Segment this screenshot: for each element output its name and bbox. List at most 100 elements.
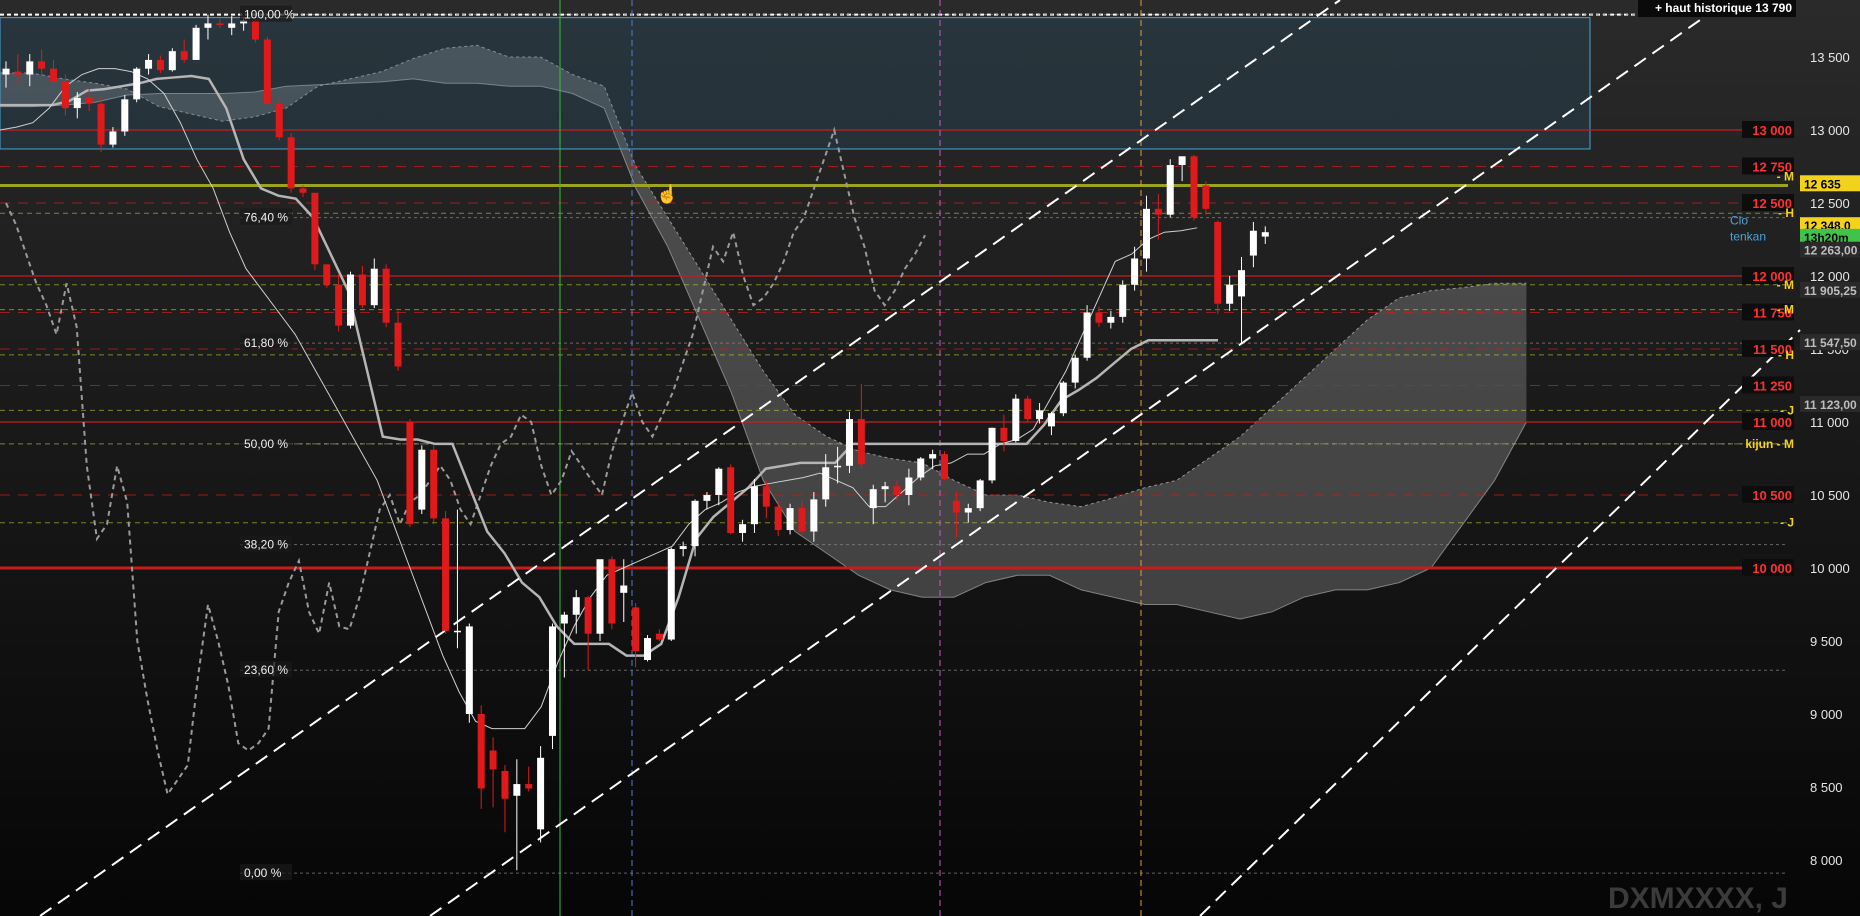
candle-body <box>168 51 176 71</box>
candle-body <box>465 626 473 714</box>
candle-body <box>180 51 188 60</box>
bull-candle <box>988 427 996 484</box>
candle-body <box>216 23 224 25</box>
candle-body <box>857 419 865 465</box>
candle-body <box>311 192 319 265</box>
bull-candle <box>121 94 129 136</box>
candle-body <box>1202 185 1210 209</box>
bull-candle <box>1083 305 1091 361</box>
candle-body <box>1024 398 1032 420</box>
bull-candle <box>667 547 675 641</box>
candle-body <box>964 508 972 513</box>
fib-level-label: 0,00 % <box>244 866 282 880</box>
fib-level-label: 100,00 % <box>244 8 295 22</box>
level-label: 13 000 <box>1752 123 1792 138</box>
ath-label-group: + haut historique 13 790 <box>1638 0 1796 17</box>
candle-body <box>263 39 271 104</box>
candle-body <box>109 131 117 145</box>
bear-candle <box>323 264 331 288</box>
candle-body <box>739 524 747 533</box>
price-tag-text: 11 905,25 <box>1804 284 1857 298</box>
candle-body <box>335 284 343 326</box>
bear-candle <box>275 97 283 141</box>
candle-body <box>572 597 580 615</box>
bull-candle <box>1012 394 1020 443</box>
level-label: 10 000 <box>1752 561 1792 576</box>
candle-body <box>2 68 10 75</box>
y-tick-label: 12 500 <box>1810 196 1850 211</box>
candle-body <box>85 97 93 104</box>
candle-body <box>14 71 22 75</box>
y-tick-label: 9 500 <box>1810 634 1843 649</box>
inline-label: tenkan <box>1730 230 1766 244</box>
bear-candle <box>382 264 390 328</box>
fib-level-label: 38,20 % <box>244 538 288 552</box>
price-tag: 12 635 <box>1800 175 1860 192</box>
bull-candle <box>917 457 925 481</box>
candle-body <box>97 103 105 145</box>
candle-body <box>204 23 212 28</box>
candle-body <box>917 458 925 478</box>
bull-candle <box>1166 159 1174 218</box>
candle-body <box>525 784 533 789</box>
bear-candle <box>287 132 295 193</box>
candle-body <box>453 630 461 633</box>
candle-body <box>26 61 34 75</box>
y-tick-label: 10 500 <box>1810 488 1850 503</box>
y-tick-label: 13 000 <box>1810 123 1850 138</box>
candle-body <box>1083 312 1091 358</box>
candle-body <box>192 27 200 60</box>
y-tick-label: 10 000 <box>1810 561 1850 576</box>
channel-box-layer <box>0 17 1591 150</box>
bear-candle <box>430 445 438 525</box>
y-tick-label: 13 500 <box>1810 50 1850 65</box>
price-tag: 11 123,00 <box>1800 396 1860 413</box>
level-marker: - J <box>1780 403 1794 417</box>
candle-body <box>1226 284 1234 304</box>
candle-body <box>287 137 295 189</box>
candle-body <box>1249 230 1257 256</box>
candle-body <box>952 500 960 513</box>
candle-body <box>976 480 984 509</box>
candle-body <box>430 449 438 519</box>
candle-body <box>1154 208 1162 215</box>
y-tick-label: 8 000 <box>1810 853 1843 868</box>
candle-body <box>1107 316 1115 323</box>
candle-body <box>679 546 687 550</box>
fib-level-label: 23,60 % <box>244 663 288 677</box>
level-marker: - J <box>1780 516 1794 530</box>
candle-body <box>1166 165 1174 215</box>
candle-body <box>798 508 806 532</box>
candle-body <box>822 467 830 500</box>
candle-body <box>299 188 307 193</box>
bear-candle <box>251 19 259 43</box>
candle-body <box>1047 413 1055 427</box>
candle-body <box>1012 398 1020 441</box>
candle-body <box>632 607 640 652</box>
candle-body <box>881 486 889 490</box>
candle-body <box>50 68 58 82</box>
candle-body <box>703 495 711 501</box>
candle-body <box>275 103 283 138</box>
candle-body <box>1261 232 1269 237</box>
bull-candle <box>537 746 545 843</box>
candle-body <box>548 626 556 736</box>
level-marker: - H <box>1778 348 1794 362</box>
candle-body <box>941 454 949 479</box>
ath-label: + haut historique 13 790 <box>1655 1 1792 15</box>
price-chart[interactable]: 100,00 % 76,40 % 61,80 % 50,00 % 38,20 % 23,6… <box>0 0 1860 916</box>
candle-body <box>1142 208 1150 259</box>
candle-body <box>691 500 699 547</box>
y-tick-label: 12 000 <box>1810 269 1850 284</box>
bull-candle <box>596 559 604 641</box>
candle-body <box>655 633 663 640</box>
candle-body <box>121 99 129 132</box>
candle-body <box>537 757 545 830</box>
price-tag-text: 12 263,00 <box>1804 244 1858 258</box>
candle-body <box>501 770 509 799</box>
bull-candle <box>133 67 141 103</box>
candle-body <box>1059 382 1067 414</box>
candle-body <box>1131 258 1139 285</box>
candle-body <box>513 784 521 796</box>
candle-body <box>1000 427 1008 441</box>
